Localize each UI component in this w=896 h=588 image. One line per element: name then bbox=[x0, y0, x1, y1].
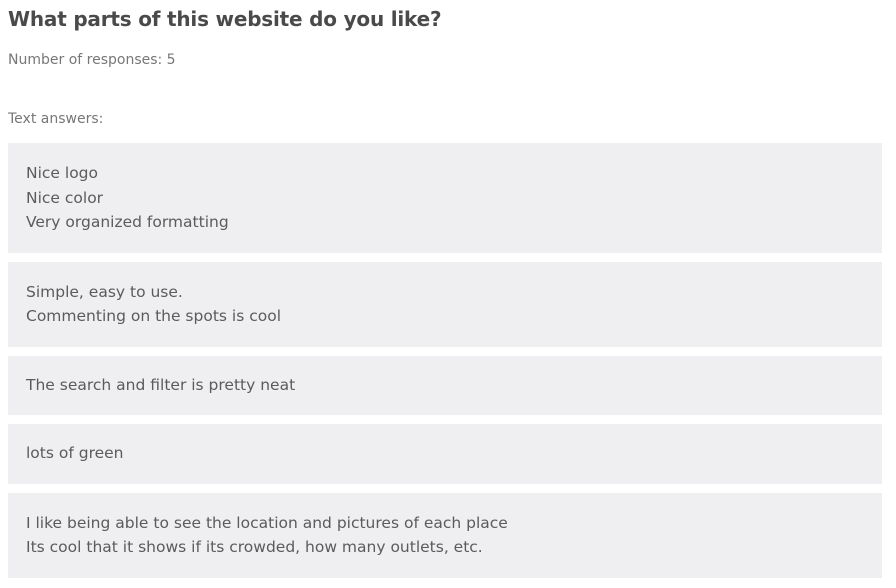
answer-line: Its cool that it shows if its crowded, h… bbox=[26, 538, 483, 556]
answer-line: Very organized formatting bbox=[26, 213, 229, 231]
answer-line: Nice color bbox=[26, 188, 104, 207]
response-count: Number of responses: 5 bbox=[8, 52, 176, 68]
answer-item: Simple, easy to use. Commenting on the s… bbox=[8, 261, 882, 347]
answer-line: I like being able to see the location an… bbox=[26, 513, 508, 532]
text-answers-label: Text answers: bbox=[8, 111, 104, 127]
answer-line: The search and filter is pretty neat bbox=[26, 375, 296, 394]
answer-item: I like being able to see the location an… bbox=[8, 492, 882, 578]
answer-line: Nice logo bbox=[26, 164, 98, 182]
answer-line: Commenting on the spots is cool bbox=[26, 307, 282, 325]
answer-item: The search and filter is pretty neat bbox=[8, 355, 882, 415]
answers-list: Nice logo Nice color Very organized form… bbox=[8, 143, 882, 578]
answer-item: lots of green bbox=[8, 424, 882, 484]
answer-line: Simple, easy to use. bbox=[26, 282, 183, 301]
answer-line: lots of green bbox=[26, 444, 124, 462]
survey-results-page: What parts of this website do you like? … bbox=[0, 0, 896, 588]
answer-item: Nice logo Nice color Very organized form… bbox=[8, 143, 882, 253]
question-title: What parts of this website do you like? bbox=[8, 7, 442, 31]
